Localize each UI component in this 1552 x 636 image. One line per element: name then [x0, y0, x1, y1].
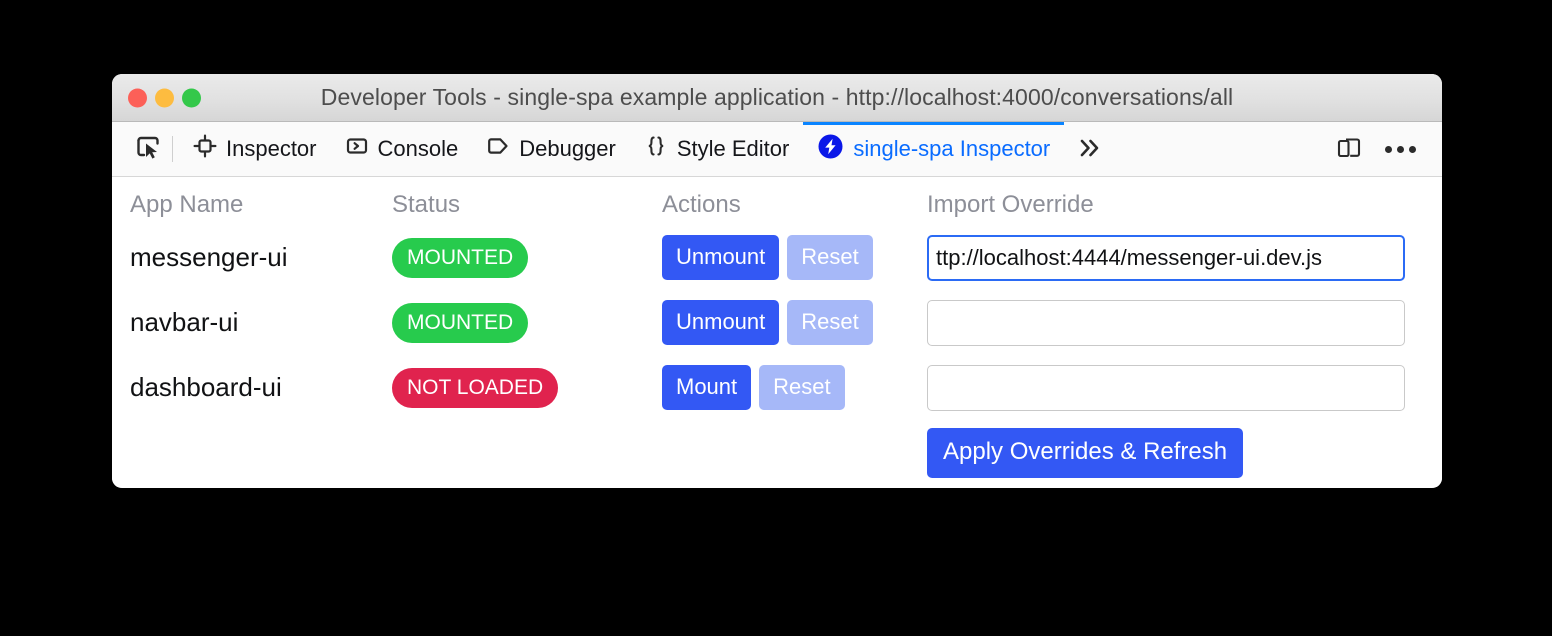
close-window-button[interactable] — [128, 88, 147, 107]
screenshot-stage: Developer Tools - single-spa example app… — [0, 0, 1552, 636]
console-chevron-icon — [345, 134, 369, 164]
status-badge: MOUNTED — [392, 302, 529, 343]
table-row: messenger-ui MOUNTED Unmount Reset — [112, 225, 1442, 290]
status-badge: NOT LOADED — [392, 367, 559, 408]
element-picker-icon — [135, 135, 161, 164]
window-title: Developer Tools - single-spa example app… — [320, 84, 1234, 110]
style-editor-braces-icon — [644, 134, 668, 164]
meatball-menu-icon — [1397, 145, 1404, 153]
status-cell: MOUNTED — [392, 290, 662, 355]
table-header-row: App Name Status Actions Import Override — [112, 191, 1442, 225]
table-body: messenger-ui MOUNTED Unmount Reset ttp:/… — [112, 225, 1442, 485]
window-titlebar: Developer Tools - single-spa example app… — [112, 74, 1442, 122]
devtools-menu-button[interactable] — [1375, 145, 1426, 153]
devtools-window: Developer Tools - single-spa example app… — [112, 74, 1442, 488]
mount-unmount-button[interactable]: Mount — [662, 365, 752, 410]
spacer-cell — [662, 420, 927, 485]
inspector-target-icon — [193, 134, 217, 164]
maximize-window-button[interactable] — [182, 88, 201, 107]
reset-button[interactable]: Reset — [759, 365, 845, 410]
apply-overrides-cell: Apply Overrides & Refresh — [927, 420, 1442, 485]
spacer-cell — [392, 420, 662, 485]
import-override-cell — [927, 355, 1442, 420]
table-row: navbar-ui MOUNTED Unmount Reset — [112, 290, 1442, 355]
responsive-design-mode-button[interactable] — [1327, 129, 1371, 169]
spacer-cell — [112, 420, 392, 485]
column-header-import-override: Import Override — [927, 191, 1094, 218]
column-header-status: Status — [392, 191, 461, 218]
minimize-window-button[interactable] — [155, 88, 174, 107]
actions-cell: Unmount Reset — [662, 225, 927, 290]
import-override-cell — [927, 290, 1442, 355]
app-name-label: messenger-ui — [130, 242, 288, 272]
responsive-design-mode-icon — [1335, 134, 1363, 165]
toolbar-right-group — [1327, 122, 1442, 176]
tab-label: Inspector — [226, 136, 317, 161]
tab-console[interactable]: Console — [331, 122, 473, 176]
tab-label: Console — [377, 136, 459, 161]
status-badge: MOUNTED — [392, 237, 529, 278]
reset-button[interactable]: Reset — [787, 235, 873, 280]
table-row: dashboard-ui NOT LOADED Mount Reset — [112, 355, 1442, 420]
actions-cell: Unmount Reset — [662, 290, 927, 355]
toolbar-overflow-button[interactable] — [1064, 122, 1116, 176]
debugger-tag-icon — [486, 134, 510, 164]
applications-table: App Name Status Actions Import Override … — [112, 191, 1442, 485]
import-override-input[interactable] — [927, 299, 1405, 346]
mount-unmount-button[interactable]: Unmount — [662, 235, 780, 280]
status-cell: MOUNTED — [392, 225, 662, 290]
reset-button[interactable]: Reset — [787, 300, 873, 345]
tab-label: single-spa Inspector — [853, 136, 1051, 161]
app-name-label: navbar-ui — [130, 307, 239, 337]
mount-unmount-button[interactable]: Unmount — [662, 300, 780, 345]
import-override-input[interactable] — [927, 234, 1405, 281]
column-header-app-name: App Name — [130, 191, 244, 218]
app-name-label: dashboard-ui — [130, 372, 282, 402]
app-name-cell: messenger-ui — [112, 225, 392, 290]
tab-style-editor[interactable]: Style Editor — [630, 122, 804, 176]
apply-overrides-row: Apply Overrides & Refresh — [112, 420, 1442, 485]
tab-label: Style Editor — [676, 136, 790, 161]
devtools-toolbar: Inspector Console Debugger Style Editor … — [112, 122, 1442, 177]
apply-overrides-refresh-button[interactable]: Apply Overrides & Refresh — [927, 427, 1244, 478]
toolbar-divider — [172, 136, 173, 162]
tab-single-spa-inspector[interactable]: single-spa Inspector — [803, 122, 1065, 176]
app-name-cell: navbar-ui — [112, 290, 392, 355]
import-override-input[interactable] — [927, 364, 1405, 411]
actions-cell: Mount Reset — [662, 355, 927, 420]
single-spa-inspector-panel: App Name Status Actions Import Override … — [112, 177, 1442, 487]
status-cell: NOT LOADED — [392, 355, 662, 420]
single-spa-bolt-icon — [817, 133, 844, 166]
import-override-cell — [927, 225, 1442, 290]
app-name-cell: dashboard-ui — [112, 355, 392, 420]
element-picker-button[interactable] — [126, 129, 170, 169]
toolbar-left-group: Inspector Console Debugger Style Editor … — [126, 122, 1116, 176]
meatball-menu-icon — [1409, 145, 1416, 153]
traffic-lights — [128, 88, 201, 107]
meatball-menu-icon — [1385, 145, 1392, 153]
tab-inspector[interactable]: Inspector — [179, 122, 331, 176]
double-chevron-right-icon — [1076, 135, 1104, 164]
tab-debugger[interactable]: Debugger — [472, 122, 630, 176]
column-header-actions: Actions — [662, 191, 741, 218]
tab-label: Debugger — [519, 136, 616, 161]
table-head: App Name Status Actions Import Override — [112, 191, 1442, 225]
